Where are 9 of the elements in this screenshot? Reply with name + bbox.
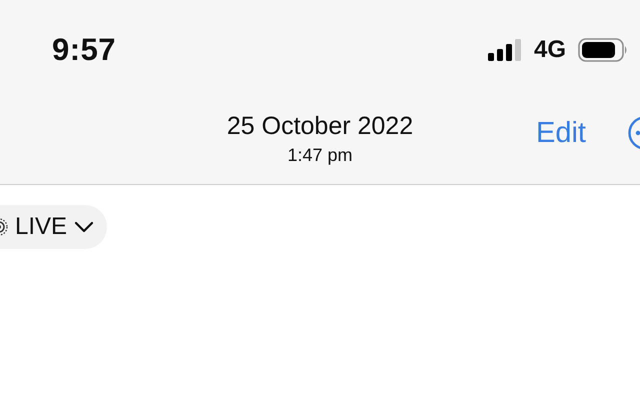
- network-label: 4G: [534, 36, 566, 64]
- battery-icon: [578, 38, 628, 62]
- clock-time: 9:57: [52, 32, 116, 68]
- date-title: 25 October 2022: [226, 112, 414, 141]
- edit-button[interactable]: Edit: [536, 116, 586, 150]
- live-button[interactable]: LIVE: [0, 205, 108, 249]
- time-subtitle: 1:47 pm: [287, 145, 353, 166]
- signal-icon: [488, 39, 522, 61]
- chevron-down-icon: [74, 221, 94, 233]
